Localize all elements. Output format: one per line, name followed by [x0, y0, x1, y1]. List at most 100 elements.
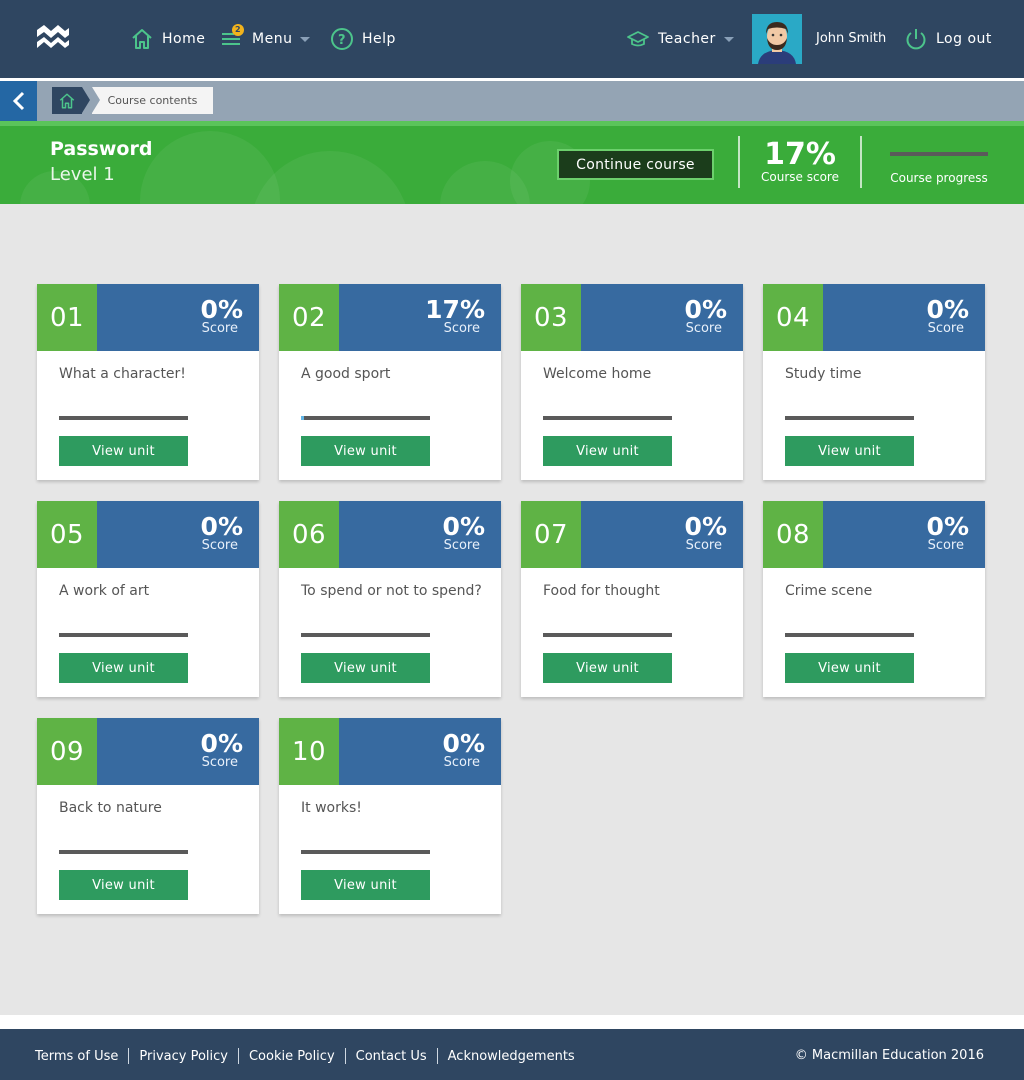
unit-number: 07 [521, 501, 581, 568]
course-level: Level 1 [50, 164, 115, 185]
unit-card: 07 0% Score Food for thought View unit [521, 501, 743, 697]
unit-title: It works! [301, 800, 362, 816]
graduation-cap-icon [626, 27, 650, 51]
logout-label: Log out [936, 31, 992, 47]
unit-score-panel: 0% Score [581, 501, 743, 568]
divider [860, 136, 862, 188]
unit-card: 08 0% Score Crime scene View unit [763, 501, 985, 697]
view-unit-button[interactable]: View unit [785, 436, 914, 466]
unit-card: 01 0% Score What a character! View unit [37, 284, 259, 480]
view-unit-button[interactable]: View unit [59, 653, 188, 683]
breadcrumb-notch [92, 87, 100, 113]
contact-us-link[interactable]: Contact Us [356, 1049, 427, 1064]
nav-menu[interactable]: 2 Menu [220, 24, 311, 52]
course-title: Password [50, 138, 153, 160]
chevron-left-icon [12, 91, 24, 111]
macmillan-logo[interactable] [35, 22, 71, 50]
unit-score-value: 0% [200, 729, 243, 758]
menu-lines-icon: 2 [220, 24, 244, 51]
user-name[interactable]: John Smith [816, 31, 886, 46]
breadcrumb-home[interactable] [52, 87, 82, 114]
course-header [0, 121, 1024, 204]
unit-score-panel: 0% Score [823, 284, 985, 351]
menu-notification-badge: 2 [232, 24, 244, 36]
view-unit-button[interactable]: View unit [543, 436, 672, 466]
unit-number: 02 [279, 284, 339, 351]
unit-progress-bar [301, 633, 430, 637]
unit-score-label: Score [685, 538, 722, 553]
view-unit-button[interactable]: View unit [59, 870, 188, 900]
house-icon [59, 93, 75, 108]
unit-title: Back to nature [59, 800, 162, 816]
unit-score-value: 0% [926, 295, 969, 324]
cookie-policy-link[interactable]: Cookie Policy [249, 1049, 335, 1064]
privacy-policy-link[interactable]: Privacy Policy [139, 1049, 228, 1064]
view-unit-button[interactable]: View unit [543, 653, 672, 683]
unit-score-value: 0% [200, 512, 243, 541]
divider [436, 1048, 438, 1064]
nav-help-label: Help [362, 31, 396, 47]
continue-course-button[interactable]: Continue course [557, 149, 714, 180]
nav-menu-label: Menu [252, 31, 293, 47]
unit-progress-bar [785, 416, 914, 420]
breadcrumb-separator [82, 87, 90, 113]
unit-score-value: 0% [926, 512, 969, 541]
unit-score-label: Score [443, 538, 480, 553]
unit-progress-bar [59, 633, 188, 637]
footer-spacer [0, 1015, 1024, 1029]
back-button[interactable] [0, 81, 37, 121]
role-label: Teacher [658, 31, 716, 47]
unit-card: 09 0% Score Back to nature View unit [37, 718, 259, 914]
unit-number: 04 [763, 284, 823, 351]
divider [128, 1048, 130, 1064]
unit-number: 08 [763, 501, 823, 568]
view-unit-button[interactable]: View unit [301, 653, 430, 683]
unit-score-label: Score [927, 538, 964, 553]
breadcrumb-current: Course contents [92, 87, 213, 114]
avatar[interactable] [752, 14, 802, 64]
view-unit-button[interactable]: View unit [301, 436, 430, 466]
course-progress-caption: Course progress [890, 171, 988, 185]
unit-number: 10 [279, 718, 339, 785]
unit-title: A good sport [301, 366, 391, 382]
unit-number: 03 [521, 284, 581, 351]
unit-number: 05 [37, 501, 97, 568]
view-unit-button[interactable]: View unit [59, 436, 188, 466]
nav-home[interactable]: Home [130, 26, 205, 52]
unit-number: 01 [37, 284, 97, 351]
unit-card: 02 17% Score A good sport View unit [279, 284, 501, 480]
unit-score-value: 0% [200, 295, 243, 324]
unit-score-value: 17% [425, 295, 485, 324]
unit-score-panel: 0% Score [97, 501, 259, 568]
unit-number: 09 [37, 718, 97, 785]
nav-help[interactable]: ? Help [330, 26, 396, 52]
unit-title: Study time [785, 366, 862, 382]
chevron-down-icon [300, 36, 311, 42]
unit-progress-bar [301, 416, 430, 420]
course-header-highlight [0, 121, 1024, 126]
unit-score-label: Score [201, 538, 238, 553]
unit-title: Welcome home [543, 366, 652, 382]
unit-score-panel: 0% Score [97, 284, 259, 351]
unit-score-value: 0% [684, 295, 727, 324]
course-progress-bar [890, 152, 988, 156]
role-selector[interactable]: Teacher [626, 26, 734, 52]
chevron-down-icon [723, 36, 734, 42]
unit-card: 03 0% Score Welcome home View unit [521, 284, 743, 480]
terms-of-use-link[interactable]: Terms of Use [35, 1049, 118, 1064]
unit-progress-bar [301, 850, 430, 854]
unit-card: 04 0% Score Study time View unit [763, 284, 985, 480]
acknowledgements-link[interactable]: Acknowledgements [448, 1049, 575, 1064]
divider [344, 1048, 346, 1064]
house-icon [130, 27, 154, 51]
unit-score-panel: 17% Score [339, 284, 501, 351]
unit-card: 05 0% Score A work of art View unit [37, 501, 259, 697]
unit-card: 06 0% Score To spend or not to spend? Vi… [279, 501, 501, 697]
logout-button[interactable]: Log out [904, 26, 992, 52]
view-unit-button[interactable]: View unit [301, 870, 430, 900]
view-unit-button[interactable]: View unit [785, 653, 914, 683]
divider [237, 1048, 239, 1064]
unit-score-panel: 0% Score [823, 501, 985, 568]
copyright: © Macmillan Education 2016 [794, 1048, 984, 1063]
course-score-caption: Course score [761, 170, 839, 184]
